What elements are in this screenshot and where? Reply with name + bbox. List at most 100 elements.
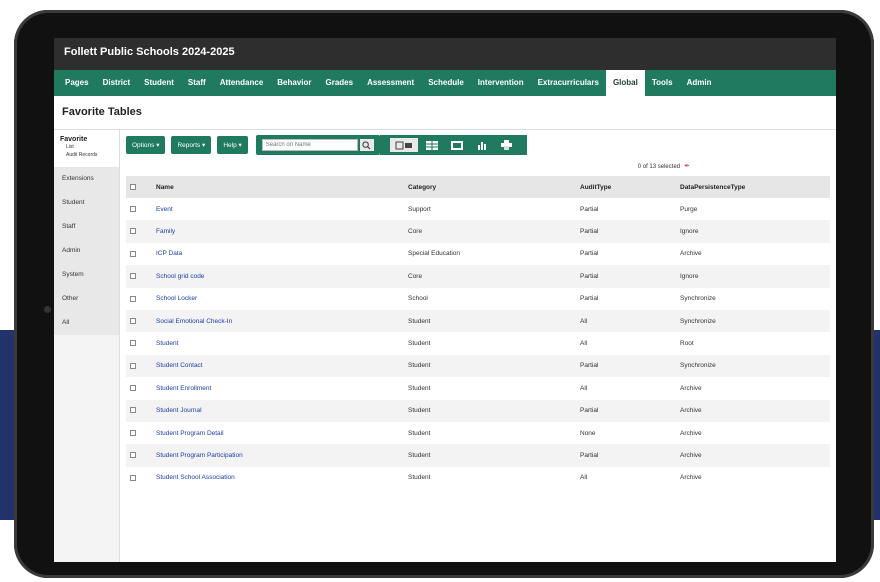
row-checkbox-cell[interactable] [126,243,152,265]
row-checkbox-cell[interactable] [126,288,152,310]
sidebar: Favorite List Audit Records Extensions S… [54,130,120,562]
row-category: Student [408,384,431,392]
tab-student[interactable]: Student [137,70,181,96]
tab-intervention[interactable]: Intervention [471,70,531,96]
row-checkbox[interactable] [130,362,136,369]
row-checkbox-cell[interactable] [126,399,152,422]
tab-district[interactable]: District [96,70,138,96]
row-name-link[interactable]: Student Contact [152,354,404,378]
search-input[interactable] [261,139,358,151]
table-row: School grid code Core Partial Ignore [126,265,830,288]
card-view-icon[interactable] [446,138,468,152]
column-header-name[interactable]: Name [152,176,404,198]
row-checkbox-cell[interactable] [126,377,152,399]
row-name-link[interactable]: Student Enrollment [152,377,404,399]
row-checkbox[interactable] [130,205,136,212]
table-row: Student Program Participation Student Pa… [126,444,830,467]
row-name-link[interactable]: Family [152,220,404,243]
column-header-category[interactable]: Category [404,176,576,198]
row-checkbox[interactable] [130,429,136,436]
row-audittype: None [580,429,596,437]
select-all-checkbox-cell[interactable] [126,176,152,198]
reports-button[interactable]: Reports ▾ [171,136,212,154]
search-box [255,135,380,155]
sidebar-item-all[interactable]: All [54,311,119,335]
select-all-checkbox[interactable] [130,183,136,190]
sidebar-item-system[interactable]: System [54,263,119,287]
sidebar-item-student[interactable]: Student [54,191,119,215]
tab-attendance[interactable]: Attendance [213,70,271,96]
list-view-icon[interactable] [421,138,443,152]
row-datapersistencetype: Synchronize [676,309,830,333]
tab-assessment[interactable]: Assessment [360,70,421,96]
row-checkbox[interactable] [130,273,136,280]
view-toolbar [379,135,527,155]
print-icon[interactable] [496,138,518,152]
row-name-link[interactable]: Student Journal [152,399,404,422]
favorite-title[interactable]: Favorite [60,136,113,143]
table-row: ICP Data Special Education Partial Archi… [126,243,830,265]
row-name-link[interactable]: Student Program Participation [152,444,404,467]
sidebar-item-extensions[interactable]: Extensions [54,167,119,191]
row-name-link[interactable]: Event [152,198,404,220]
tab-staff[interactable]: Staff [181,70,213,96]
row-checkbox-cell[interactable] [126,467,152,489]
row-checkbox[interactable] [130,228,136,235]
row-checkbox[interactable] [130,317,136,324]
sidebar-item-staff[interactable]: Staff [54,215,119,239]
tab-admin[interactable]: Admin [680,70,719,96]
table-row: Student Journal Student Partial Archive [126,399,830,422]
table-row: Family Core Partial Ignore [126,220,830,243]
row-checkbox[interactable] [130,340,136,347]
content-area: Options ▾ Reports ▾ Help ▾ Search on Nam… [126,130,836,562]
tab-tools[interactable]: Tools [645,70,680,96]
tab-grades[interactable]: Grades [319,70,361,96]
tab-schedule[interactable]: Schedule [421,70,471,96]
paperclip-icon[interactable]: ✒ [684,163,690,170]
search-icon[interactable] [359,139,374,151]
column-header-datapersistencetype[interactable]: DataPersistenceType [676,176,830,198]
tab-extracurriculars[interactable]: Extracurriculars [531,70,606,96]
favorite-sub-audit-records[interactable]: Audit Records [60,151,113,159]
sidebar-item-other[interactable]: Other [54,287,119,311]
row-name-link[interactable]: Student [152,332,404,354]
options-button[interactable]: Options ▾ [126,136,166,154]
tab-global[interactable]: Global [605,70,645,96]
row-checkbox-cell[interactable] [126,422,152,444]
row-checkbox-cell[interactable] [126,444,152,467]
filter-view-icon[interactable] [389,138,418,152]
row-name-link[interactable]: ICP Data [152,243,404,265]
row-category: Support [408,205,431,213]
row-checkbox[interactable] [130,452,136,459]
row-name-link[interactable]: Social Emotional Check-In [152,309,404,333]
favorite-sub-list[interactable]: List [60,143,113,151]
row-name-link[interactable]: Student Program Detail [152,422,404,444]
tab-behavior[interactable]: Behavior [270,70,318,96]
row-category: Student [408,474,431,482]
sidebar-item-admin[interactable]: Admin [54,239,119,263]
help-button[interactable]: Help ▾ [217,136,248,154]
row-name-link[interactable]: Student School Association [152,467,404,489]
row-checkbox[interactable] [130,385,136,392]
tab-pages[interactable]: Pages [58,70,96,96]
row-checkbox-cell[interactable] [126,354,152,378]
row-checkbox-cell[interactable] [126,309,152,333]
row-name-link[interactable]: School Locker [152,288,404,310]
row-checkbox[interactable] [130,474,136,481]
row-name-link[interactable]: School grid code [152,265,404,288]
row-checkbox[interactable] [130,250,136,257]
chart-icon[interactable] [471,138,493,152]
app-screen: Follett Public Schools 2024-2025 Pages D… [54,38,836,562]
table-row: Student Contact Student Partial Synchron… [126,354,830,378]
row-checkbox-cell[interactable] [126,198,152,220]
row-checkbox[interactable] [130,295,136,302]
row-audittype: Partial [576,265,676,288]
column-header-audittype[interactable]: AuditType [576,176,676,198]
row-audittype: Partial [576,220,676,243]
row-checkbox-cell[interactable] [126,265,152,288]
row-category: Student [408,429,431,437]
row-checkbox-cell[interactable] [126,332,152,354]
row-checkbox-cell[interactable] [126,220,152,243]
view-icons [389,138,521,152]
row-checkbox[interactable] [130,407,136,414]
